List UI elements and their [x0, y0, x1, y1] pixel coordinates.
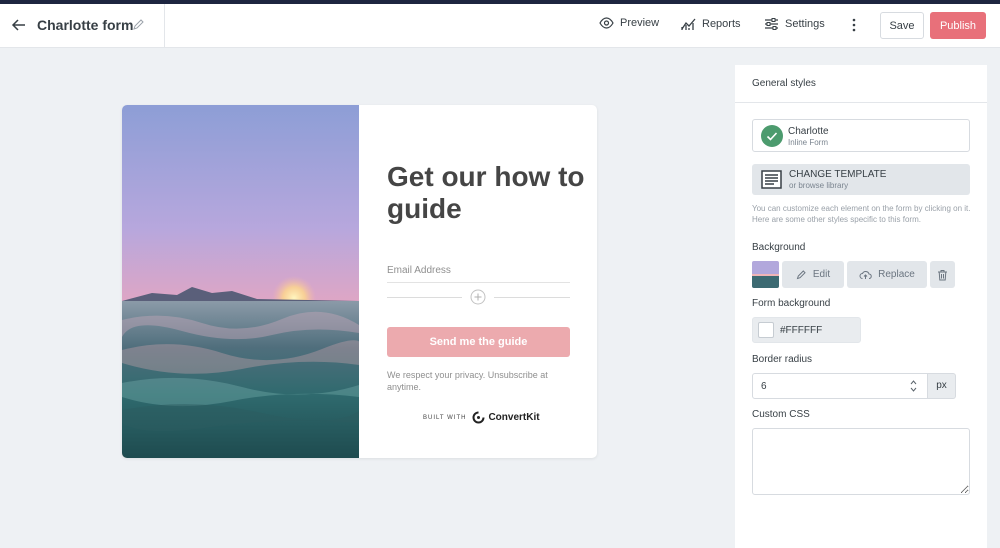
settings-label: Settings — [785, 18, 825, 30]
template-icon — [761, 170, 782, 189]
form-headline[interactable]: Get our how to guide — [387, 161, 587, 225]
change-template-button[interactable]: CHANGE TEMPLATE or browse library — [752, 164, 970, 195]
settings-link[interactable]: Settings — [764, 17, 825, 31]
preview-link[interactable]: Preview — [599, 17, 659, 29]
replace-label: Replace — [878, 269, 915, 280]
styles-sidebar: General styles Charlotte Inline Form CHA… — [735, 65, 987, 548]
edit-background-button[interactable]: Edit — [782, 261, 844, 288]
border-radius-unit: px — [928, 373, 956, 399]
add-field-row — [387, 289, 570, 305]
replace-background-button[interactable]: Replace — [847, 261, 927, 288]
form-background-label: Form background — [752, 298, 831, 309]
current-template-card[interactable]: Charlotte Inline Form — [752, 119, 970, 152]
template-type: Inline Form — [788, 138, 829, 147]
form-background-image[interactable] — [122, 105, 362, 458]
change-template-label: CHANGE TEMPLATE — [789, 169, 887, 180]
custom-css-textarea[interactable] — [752, 428, 970, 495]
privacy-text[interactable]: We respect your privacy. Unsubscribe at … — [387, 369, 570, 393]
add-divider-left — [387, 297, 462, 298]
form-background-value: #FFFFFF — [780, 325, 823, 336]
convertkit-logo-icon — [472, 411, 485, 424]
back-arrow-icon[interactable] — [10, 16, 28, 34]
cloud-upload-icon — [859, 271, 872, 279]
border-radius-label: Border radius — [752, 354, 813, 365]
convertkit-brand: ConvertKit — [488, 412, 540, 423]
pencil-icon — [796, 270, 806, 280]
delete-background-button[interactable] — [930, 261, 955, 288]
form-title: Charlotte form — [37, 17, 134, 33]
edit-label: Edit — [812, 269, 831, 280]
border-radius-input[interactable] — [752, 373, 928, 399]
built-with-label: BUILT WITH — [423, 414, 467, 421]
sidebar-header: General styles — [735, 65, 987, 103]
browse-library-label: or browse library — [789, 181, 849, 190]
plus-circle-icon[interactable] — [470, 289, 486, 305]
background-label: Background — [752, 242, 806, 253]
kebab-icon[interactable] — [849, 16, 859, 34]
reports-link[interactable]: Reports — [681, 17, 741, 31]
form-content: Get our how to guide Send me the guide W… — [359, 105, 597, 458]
save-button[interactable]: Save — [880, 12, 924, 39]
stepper-icon[interactable] — [909, 378, 918, 394]
preview-label: Preview — [620, 17, 660, 29]
pencil-icon[interactable] — [132, 18, 145, 31]
template-name: Charlotte — [788, 126, 829, 137]
check-icon — [761, 125, 783, 147]
form-preview-card[interactable]: Get our how to guide Send me the guide W… — [122, 105, 597, 458]
form-background-color-field[interactable]: #FFFFFF — [752, 317, 861, 343]
color-swatch — [758, 322, 774, 338]
trash-icon — [938, 269, 947, 280]
sidebar-title: General styles — [752, 78, 816, 89]
custom-css-label: Custom CSS — [752, 409, 810, 420]
email-field[interactable] — [387, 259, 570, 283]
help-text: You can customize each element on the fo… — [752, 204, 971, 224]
reports-label: Reports — [702, 18, 741, 30]
submit-button[interactable]: Send me the guide — [387, 327, 570, 357]
background-thumbnail[interactable] — [752, 261, 779, 288]
eye-icon — [599, 17, 614, 29]
publish-button[interactable]: Publish — [930, 12, 986, 39]
chart-icon — [681, 18, 696, 30]
title-divider — [164, 4, 165, 48]
add-divider-right — [494, 297, 570, 298]
sliders-icon — [765, 18, 778, 30]
built-with-badge[interactable]: BUILT WITH ConvertKit — [423, 411, 540, 424]
top-bar: Charlotte form Preview Reports Settings … — [0, 4, 1000, 48]
